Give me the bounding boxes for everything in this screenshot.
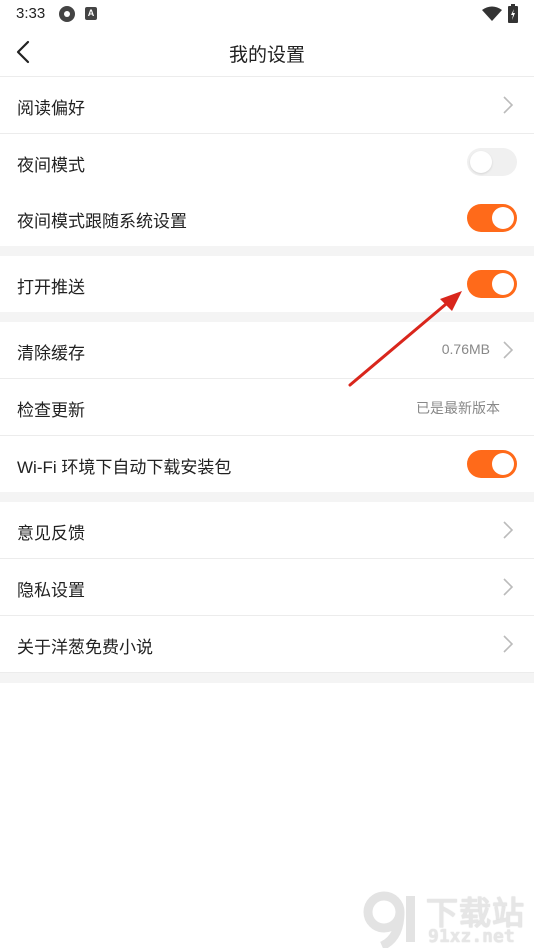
toggle-knob bbox=[470, 151, 492, 173]
chevron-right-icon bbox=[503, 578, 514, 596]
nav-bar: 我的设置 bbox=[0, 28, 534, 77]
toggle-knob bbox=[492, 453, 514, 475]
row-label: 阅读偏好 bbox=[17, 99, 85, 118]
reading-preference-row[interactable]: 阅读偏好 bbox=[0, 77, 534, 134]
row-label: 打开推送 bbox=[17, 278, 85, 297]
watermark-url: 91xz.net bbox=[428, 926, 515, 947]
row-label: 清除缓存 bbox=[17, 344, 85, 363]
status-bar: 3:33 A bbox=[0, 0, 534, 28]
sync-status-icon bbox=[59, 6, 75, 22]
status-time: 3:33 bbox=[16, 5, 46, 22]
wifi-auto-download-toggle[interactable] bbox=[467, 450, 517, 478]
feedback-row[interactable]: 意见反馈 bbox=[0, 502, 534, 559]
row-label: 夜间模式跟随系统设置 bbox=[17, 212, 187, 231]
toggle-knob bbox=[492, 273, 514, 295]
group-divider bbox=[0, 673, 534, 683]
update-status-value: 已是最新版本 bbox=[416, 400, 500, 416]
chevron-right-icon bbox=[503, 96, 514, 114]
row-label: 隐私设置 bbox=[17, 581, 85, 600]
cache-size-value: 0.76MB bbox=[441, 341, 490, 357]
row-label: 夜间模式 bbox=[17, 156, 85, 175]
privacy-settings-row[interactable]: 隐私设置 bbox=[0, 559, 534, 616]
page-title: 我的设置 bbox=[228, 45, 305, 66]
push-notification-row: 打开推送 bbox=[0, 256, 534, 312]
row-label: 关于洋葱免费小说 bbox=[17, 638, 153, 657]
group-divider bbox=[0, 312, 534, 322]
row-label: 意见反馈 bbox=[17, 524, 85, 543]
battery-icon bbox=[508, 4, 518, 23]
group-divider bbox=[0, 492, 534, 502]
about-row[interactable]: 关于洋葱免费小说 bbox=[0, 616, 534, 673]
app-notification-icon: A bbox=[85, 7, 97, 20]
night-mode-toggle[interactable] bbox=[467, 148, 517, 176]
night-mode-row: 夜间模式 bbox=[0, 134, 534, 190]
watermark: 下载站 91xz.net bbox=[362, 888, 532, 950]
chevron-right-icon bbox=[503, 521, 514, 539]
toggle-knob bbox=[492, 207, 514, 229]
night-mode-follow-system-row: 夜间模式跟随系统设置 bbox=[0, 190, 534, 246]
chevron-right-icon bbox=[503, 635, 514, 653]
night-mode-follow-system-toggle[interactable] bbox=[467, 204, 517, 232]
row-label: Wi-Fi 环境下自动下载安装包 bbox=[17, 458, 232, 477]
clear-cache-row[interactable]: 清除缓存 0.76MB bbox=[0, 322, 534, 379]
check-update-row[interactable]: 检查更新 已是最新版本 bbox=[0, 379, 534, 436]
settings-list: 阅读偏好 夜间模式 夜间模式跟随系统设置 打开推送 清除缓存 0.76MB 检查… bbox=[0, 77, 534, 683]
wifi-auto-download-row: Wi-Fi 环境下自动下载安装包 bbox=[0, 436, 534, 492]
row-label: 检查更新 bbox=[17, 401, 85, 420]
watermark-logo-icon bbox=[363, 891, 415, 948]
chevron-right-icon bbox=[503, 341, 514, 359]
push-notification-toggle[interactable] bbox=[467, 270, 517, 298]
wifi-icon bbox=[482, 6, 502, 21]
group-divider bbox=[0, 246, 534, 256]
